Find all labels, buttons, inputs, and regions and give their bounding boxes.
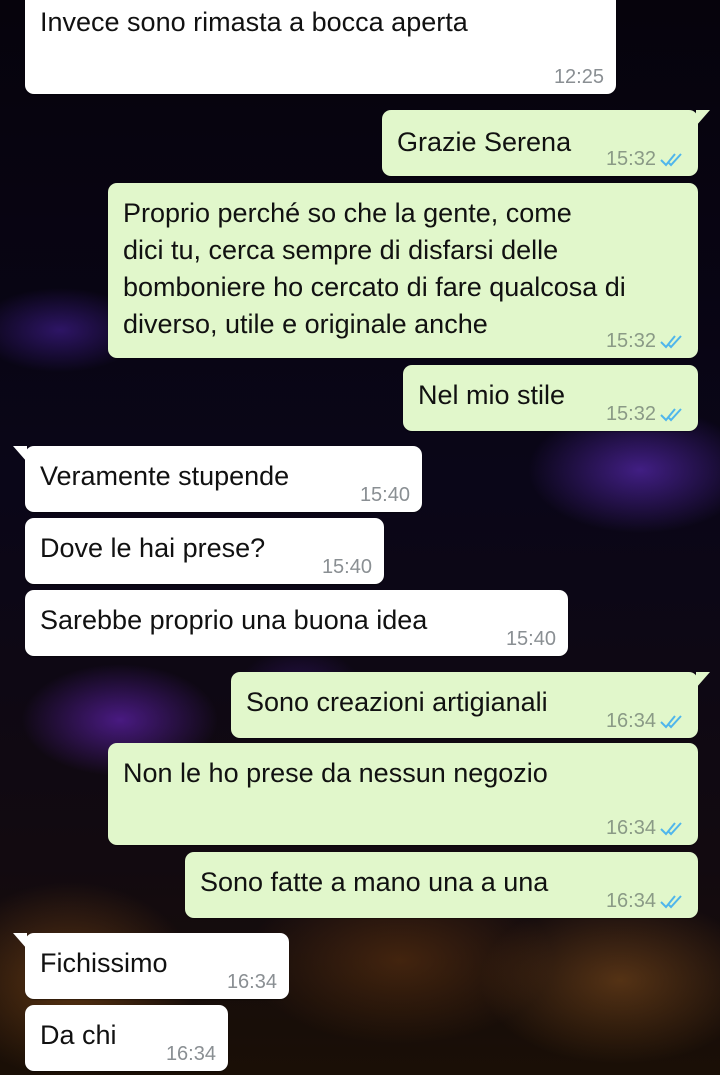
double-check-icon <box>660 715 682 729</box>
message-incoming[interactable]: Dove le hai prese? 15:40 <box>25 518 384 584</box>
message-text: Nel mio stile <box>418 380 566 410</box>
message-outgoing[interactable]: Proprio perché so che la gente, come dic… <box>108 183 698 358</box>
double-check-icon <box>660 335 682 349</box>
double-check-icon <box>660 153 682 167</box>
message-meta: 16:34 <box>606 709 686 733</box>
message-incoming[interactable]: Veramente stupende 15:40 <box>13 446 422 512</box>
message-time: 16:34 <box>605 817 656 839</box>
message-time: 15:40 <box>359 484 410 506</box>
message-time: 16:34 <box>605 890 656 912</box>
message-text: Grazie Serena <box>397 127 572 157</box>
message-meta: 15:32 <box>606 402 686 426</box>
message-outgoing[interactable]: Grazie Serena 15:32 <box>382 110 710 176</box>
double-check-icon <box>660 822 682 836</box>
message-text: Fichissimo <box>40 948 168 978</box>
message-outgoing[interactable]: Non le ho prese da nessun negozio 16:34 <box>108 743 698 845</box>
message-time: 15:32 <box>605 330 656 352</box>
message-meta: 16:34 <box>227 970 277 994</box>
message-time: 15:40 <box>505 628 556 650</box>
message-text: Proprio perché so che la gente, come dic… <box>123 198 626 339</box>
message-time: 16:34 <box>165 1043 216 1065</box>
message-time: 16:34 <box>605 710 656 732</box>
message-text: Da chi <box>40 1020 117 1050</box>
double-check-icon <box>660 895 682 909</box>
message-text: Non le ho prese da nessun negozio <box>123 758 548 788</box>
message-text: Sono creazioni artigianali <box>246 687 548 717</box>
message-meta: 15:32 <box>606 147 686 171</box>
message-incoming[interactable]: Fichissimo 16:34 <box>13 933 289 999</box>
message-meta: 15:32 <box>606 329 686 353</box>
message-incoming[interactable]: Sarebbe proprio una buona idea 15:40 <box>25 590 568 656</box>
message-time: 12:25 <box>553 66 604 88</box>
message-meta: 16:34 <box>166 1042 216 1066</box>
message-incoming[interactable]: Da chi 16:34 <box>25 1005 228 1071</box>
message-text: Sarebbe proprio una buona idea <box>40 605 428 635</box>
message-meta: 16:34 <box>606 816 686 840</box>
message-outgoing[interactable]: Sono creazioni artigianali 16:34 <box>231 672 710 738</box>
double-check-icon <box>660 408 682 422</box>
message-incoming[interactable]: Invece sono rimasta a bocca aperta 12:25 <box>25 0 616 94</box>
message-meta: 15:40 <box>322 555 372 579</box>
message-time: 15:32 <box>605 403 656 425</box>
message-time: 15:32 <box>605 148 656 170</box>
message-text: Sono fatte a mano una a una <box>200 867 549 897</box>
message-outgoing[interactable]: Nel mio stile 15:32 <box>403 365 698 431</box>
message-text: Veramente stupende <box>40 461 290 491</box>
message-meta: 15:40 <box>360 483 410 507</box>
message-text: Invece sono rimasta a bocca aperta <box>40 7 468 37</box>
message-outgoing[interactable]: Sono fatte a mano una a una 16:34 <box>185 852 698 918</box>
message-meta: 15:40 <box>506 627 556 651</box>
message-meta: 16:34 <box>606 889 686 913</box>
message-time: 16:34 <box>226 971 277 993</box>
message-text: Dove le hai prese? <box>40 533 266 563</box>
message-time: 15:40 <box>321 556 372 578</box>
message-meta: 12:25 <box>554 65 604 89</box>
